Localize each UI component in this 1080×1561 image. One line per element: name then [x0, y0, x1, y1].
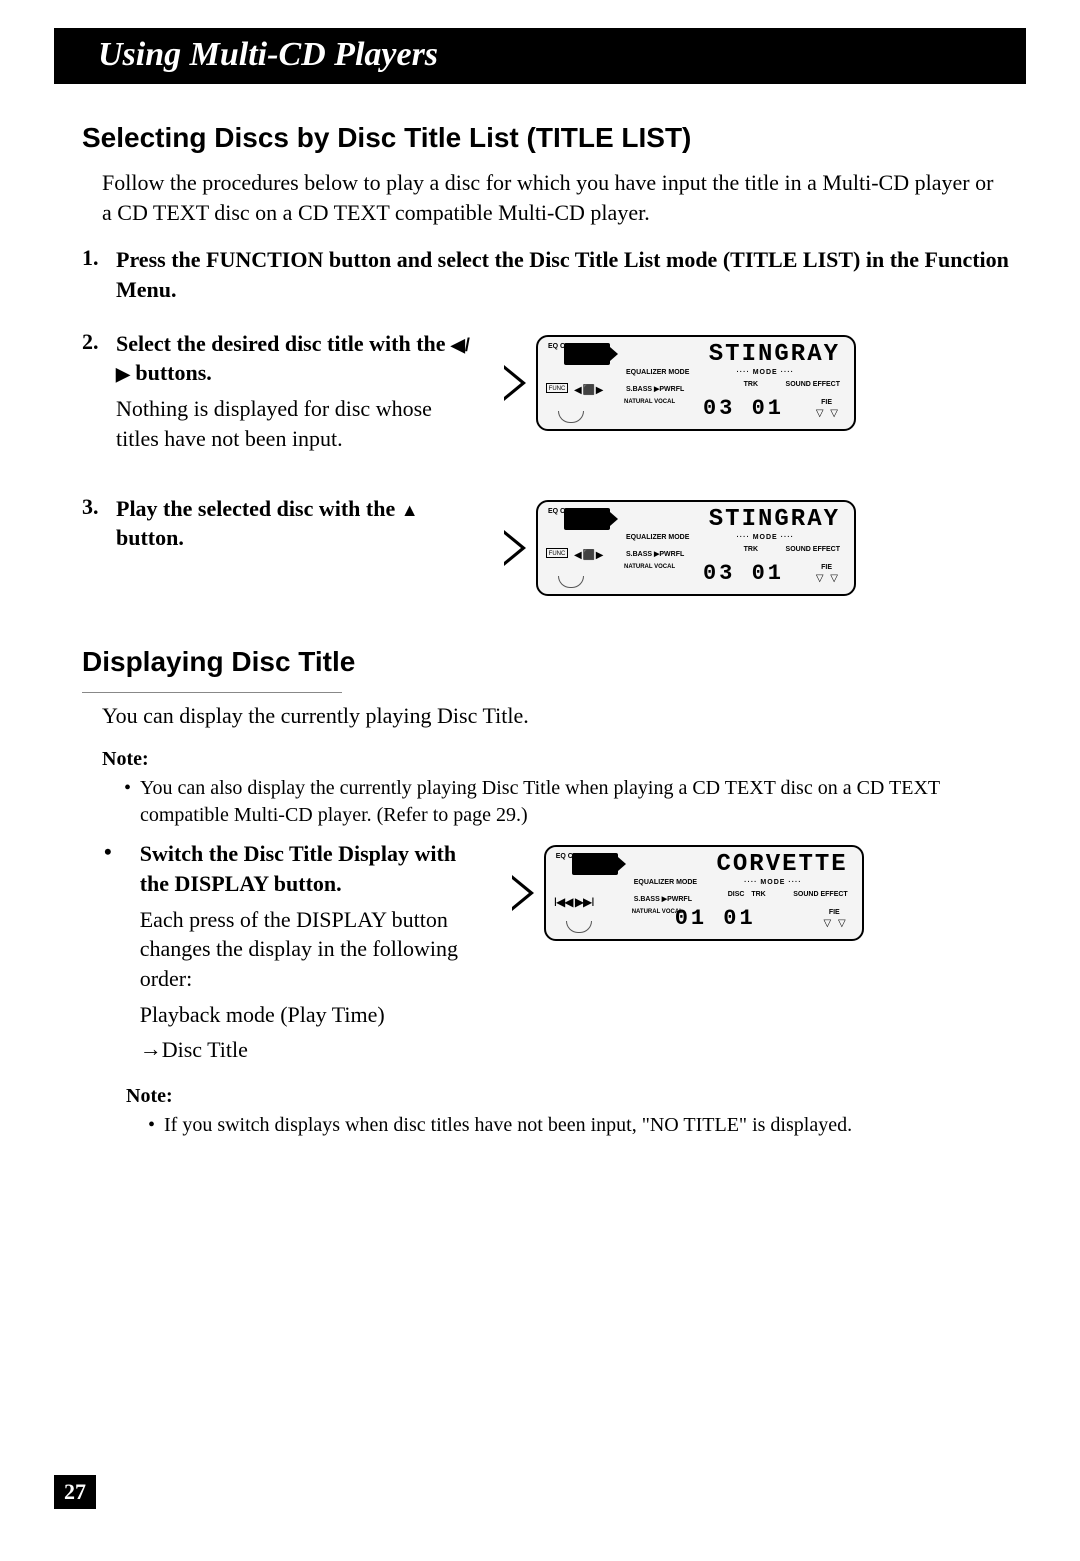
step-2-title: Select the desired disc title with the ◀…: [116, 329, 476, 388]
bullet-step-title: Switch the Disc Title Display with the D…: [140, 839, 480, 898]
lcd-trk-label: TRK: [744, 546, 758, 553]
lcd-mode-label: ···· MODE ····: [736, 534, 794, 541]
lcd-eq-graphic: [564, 508, 610, 530]
lcd-title-text: STINGRAY: [709, 341, 840, 368]
lcd-fie-label: FIE: [829, 909, 840, 916]
lcd-natural-vocal-label: NATURAL VOCAL: [624, 564, 675, 570]
lcd-trk-label: TRK: [751, 891, 765, 898]
lcd-fie-icons: ▽ ▽: [824, 918, 848, 929]
lcd-smile-icon: [558, 411, 584, 423]
lcd-title-text: STINGRAY: [709, 506, 840, 533]
lcd-sbass-label: S.BASS ▶PWRFL: [626, 550, 684, 558]
lcd-panel: EQ CURVE STINGRAY EQUALIZER MODE ···· MO…: [536, 500, 856, 596]
lcd-mode-label: ···· MODE ····: [736, 369, 794, 376]
bullet-step-body-1: Each press of the DISPLAY button changes…: [140, 905, 480, 994]
lcd-fie-label: FIE: [821, 564, 832, 571]
heading-displaying-disc-title: Displaying Disc Title: [82, 646, 1016, 678]
lcd-sound-effect-label: SOUND EFFECT: [793, 891, 847, 898]
step-1: Press the FUNCTION button and select the…: [82, 245, 1016, 304]
lcd-sbass-label: S.BASS ▶PWRFL: [634, 895, 692, 903]
lcd-panel: EQ CURVE CORVETTE EQUALIZER MODE ···· MO…: [544, 845, 864, 941]
lcd-digits: 03 01: [703, 396, 784, 421]
lcd-illustration-3: EQ CURVE CORVETTE EQUALIZER MODE ···· MO…: [512, 845, 864, 941]
note-2-label: Note:: [126, 1085, 1016, 1108]
pointer-icon: [512, 875, 534, 911]
lcd-eq-graphic: [572, 853, 618, 875]
lcd-illustration-1: EQ CURVE STINGRAY EQUALIZER MODE ···· MO…: [504, 335, 856, 431]
section2-intro: You can display the currently playing Di…: [102, 701, 1002, 731]
lcd-equalizer-mode-label: EQUALIZER MODE: [634, 879, 697, 886]
note-1-label: Note:: [102, 748, 1016, 771]
lcd-mode-label: ···· MODE ····: [744, 879, 802, 886]
heading-title-list: Selecting Discs by Disc Title List (TITL…: [82, 122, 1016, 154]
up-button-icon: ▲: [401, 500, 419, 520]
lcd-func-label: FUNC: [546, 548, 568, 558]
lcd-digits: 01 01: [675, 906, 756, 931]
lcd-disc-label: DISC: [728, 891, 745, 898]
step-3: Play the selected disc with the ▲ button…: [82, 494, 1016, 596]
lcd-panel: EQ CURVE STINGRAY EQUALIZER MODE ···· MO…: [536, 335, 856, 431]
lcd-func-label: FUNC: [546, 383, 568, 393]
lcd-fie-icons: ▽ ▽: [816, 408, 840, 419]
lcd-sbass-label: S.BASS ▶PWRFL: [626, 385, 684, 393]
lcd-trk-label: TRK: [744, 381, 758, 388]
lcd-natural-vocal-label: NATURAL VOCAL: [624, 399, 675, 405]
bullet-marker: •: [104, 839, 112, 865]
lcd-title-text: CORVETTE: [716, 851, 847, 878]
lcd-illustration-2: EQ CURVE STINGRAY EQUALIZER MODE ···· MO…: [504, 500, 856, 596]
heading-underline: [82, 692, 342, 693]
page-number: 27: [54, 1475, 96, 1509]
lcd-fie-label: FIE: [821, 399, 832, 406]
arrow-right-icon: →: [140, 1034, 162, 1064]
lcd-arrows-icon: ◀ ⬛ ▶: [574, 385, 602, 396]
step-2-body: Nothing is displayed for disc whose titl…: [116, 394, 476, 453]
step-2: Select the desired disc title with the ◀…: [82, 329, 1016, 454]
bullet-step-body-2: Playback mode (Play Time): [140, 1000, 480, 1030]
note-2-text: If you switch displays when disc titles …: [148, 1112, 1016, 1139]
step-1-text: Press the FUNCTION button and select the…: [116, 245, 1016, 304]
bullet-step-body-3: → Disc Title: [140, 1035, 480, 1065]
intro-paragraph: Follow the procedures below to play a di…: [102, 168, 1002, 227]
lcd-sound-effect-label: SOUND EFFECT: [786, 381, 840, 388]
lcd-eq-graphic: [564, 343, 610, 365]
step-3-title: Play the selected disc with the ▲ button…: [116, 494, 476, 553]
lcd-sound-effect-label: SOUND EFFECT: [786, 546, 840, 553]
lcd-arrows-icon: ◀ ⬛ ▶: [574, 550, 602, 561]
lcd-smile-icon: [566, 921, 592, 933]
pointer-icon: [504, 365, 526, 401]
lcd-smile-icon: [558, 576, 584, 588]
lcd-play-icons: I◀◀ ▶▶I: [554, 895, 594, 909]
lcd-equalizer-mode-label: EQUALIZER MODE: [626, 369, 689, 376]
pointer-icon: [504, 530, 526, 566]
lcd-fie-icons: ▽ ▽: [816, 573, 840, 584]
section-banner: Using Multi-CD Players: [54, 28, 1026, 84]
lcd-equalizer-mode-label: EQUALIZER MODE: [626, 534, 689, 541]
note-1-text: You can also display the currently playi…: [124, 775, 1016, 829]
lcd-digits: 03 01: [703, 561, 784, 586]
